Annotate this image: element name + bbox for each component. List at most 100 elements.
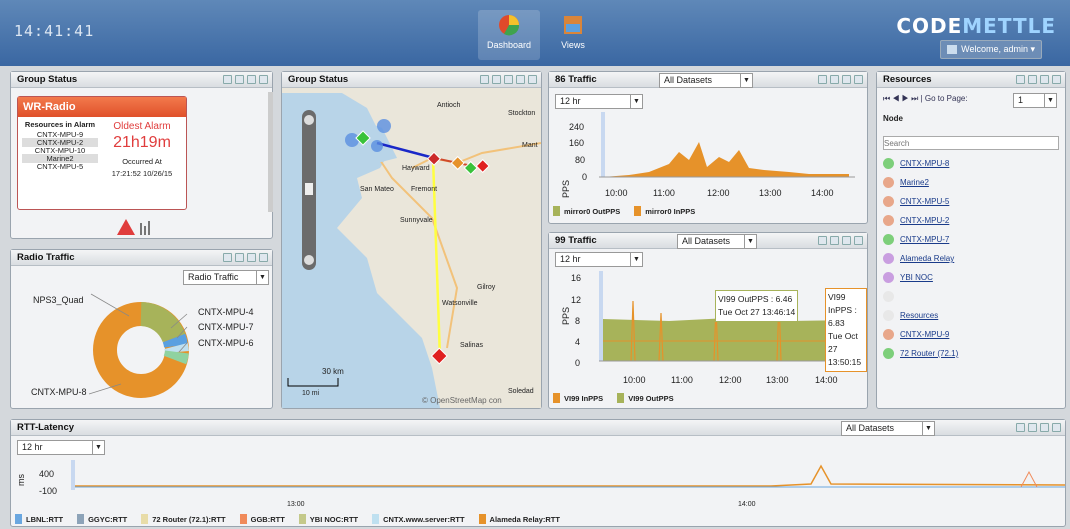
x-tick: 11:00 <box>653 188 675 198</box>
x-tick: 13:00 <box>766 375 789 385</box>
panel-tools[interactable] <box>223 253 268 262</box>
pie-slice-cntx-mpu-6 <box>163 350 189 365</box>
resource-item[interactable]: 72 Router (72.1) <box>883 348 958 359</box>
y-tick: 8 <box>575 316 581 326</box>
y-axis-label: PPS <box>561 306 572 326</box>
group-status-panel: Group Status WR-Radio Resources in Alarm… <box>10 71 273 239</box>
map-label: Sunnyvale <box>400 217 433 224</box>
map-label: Fremont <box>411 186 438 193</box>
resources-panel: Resources ⏮ ◀ ▶ ⏭ | Go to Page: 1 ▼ Node … <box>876 71 1066 409</box>
welcome-menu[interactable]: Welcome, admin ▾ <box>940 40 1042 59</box>
range-select[interactable]: 12 hr ▼ <box>17 440 105 455</box>
x-tick: 13:00 <box>287 501 305 508</box>
dataset-select[interactable]: All Datasets ▼ <box>677 234 757 249</box>
y-tick: 16 <box>571 273 582 283</box>
resource-item[interactable]: CNTX-MPU-5 <box>883 196 949 207</box>
radio-traffic-panel: Radio Traffic Radio Traffic ▼ NPS3_Quad C… <box>10 249 273 409</box>
x-tick: 10:00 <box>623 375 646 385</box>
resource-item[interactable] <box>883 291 900 302</box>
y-tick: 400 <box>39 469 55 479</box>
search-input[interactable] <box>883 136 1059 150</box>
oldest-alarm-value: 21h19m <box>113 134 171 151</box>
panel-title: Resources <box>883 74 932 85</box>
rtt-latency-panel: RTT-Latency All Datasets ▼ 12 hr ▼ ms 400 … <box>10 419 1066 527</box>
page-select[interactable]: 1 ▼ <box>1013 93 1057 108</box>
resource-item[interactable]: Marine2 <box>883 177 929 188</box>
user-icon <box>947 45 958 55</box>
chart-legend: VI99 InPPS VI99 OutPPS <box>553 393 674 403</box>
resources-label: Resources in Alarm <box>24 120 96 129</box>
panel-tools[interactable] <box>818 236 863 245</box>
map-credit: © OpenStreetMap con <box>422 396 502 405</box>
nav-views[interactable]: Views <box>542 10 604 60</box>
resource-item[interactable]: YBI NOC <box>883 272 933 283</box>
map-label: Antioch <box>437 102 461 109</box>
oldest-alarm-label: Oldest Alarm <box>113 121 171 132</box>
x-tick: 12:00 <box>707 188 730 198</box>
traffic-99-chart <box>599 271 855 362</box>
pie-slice-cntx-mpu-4 <box>162 333 188 348</box>
chart-legend: mirror0 OutPPS mirror0 InPPS <box>553 206 695 216</box>
dashboard-icon <box>499 15 520 36</box>
rtt-chart <box>71 460 1065 490</box>
panel-tools[interactable] <box>1016 75 1061 84</box>
y-axis-label: PPS <box>561 179 572 199</box>
range-select[interactable]: 12 hr ▼ <box>555 94 643 109</box>
x-tick: 14:00 <box>815 375 838 385</box>
y-tick: 240 <box>569 122 585 132</box>
map-label: Watsonville <box>442 300 478 307</box>
pager[interactable]: ⏮ ◀ ▶ ⏭ | Go to Page: <box>883 94 968 104</box>
map-label: Hayward <box>402 165 430 172</box>
chart-tooltip: VI99 OutPPS : 6.46 Tue Oct 27 13:46:14 <box>715 290 799 322</box>
x-tick: 10:00 <box>605 188 628 198</box>
panel-title: RTT-Latency <box>17 422 75 433</box>
alarm-icon <box>117 219 150 235</box>
map-label: Salinas <box>460 342 483 349</box>
resource-item[interactable]: Alameda Relay <box>883 253 954 264</box>
pie-label: NPS3_Quad <box>33 295 84 305</box>
range-select[interactable]: 12 hr ▼ <box>555 252 643 267</box>
traffic-99-panel: 99 Traffic All Datasets ▼ 12 hr ▼ PPS 16 1… <box>548 232 868 409</box>
pie-slice-nps3 <box>139 302 186 343</box>
wr-radio-card[interactable]: WR-Radio Resources in Alarm CNTX-MPU-9 C… <box>17 96 187 210</box>
pie-slice-cntx-mpu-7 <box>164 343 189 354</box>
pie-label: CNTX-MPU-4 <box>198 307 254 317</box>
top-bar: 14:41:41 Dashboard Views CODEMETTLE Welc… <box>0 0 1070 66</box>
scrollbar[interactable] <box>268 92 273 212</box>
panel-title: Radio Traffic <box>17 252 75 263</box>
dataset-select[interactable]: All Datasets ▼ <box>841 421 935 436</box>
x-tick: 13:00 <box>759 188 782 198</box>
resource-item[interactable]: CNTX-MPU-9 <box>883 329 949 340</box>
traffic-86-panel: 86 Traffic All Datasets ▼ 12 hr ▼ PPS 240 … <box>548 71 868 224</box>
y-tick: 12 <box>571 295 582 305</box>
occurred-label: Occurred At <box>122 157 162 166</box>
y-tick: 0 <box>575 358 581 368</box>
x-tick: 14:00 <box>738 501 756 508</box>
panel-tools[interactable] <box>818 75 863 84</box>
pie-label: CNTX-MPU-6 <box>198 338 254 348</box>
resource-item[interactable]: CNTX-MPU-7 <box>883 234 949 245</box>
resource-item[interactable]: CNTX-MPU-8 <box>883 158 949 169</box>
map-label: Stockton <box>508 110 536 117</box>
pie-label: CNTX-MPU-7 <box>198 322 254 332</box>
map-view[interactable] <box>282 88 541 408</box>
panel-title: Group Status <box>288 74 349 85</box>
column-header-node[interactable]: Node <box>883 114 903 123</box>
y-tick: 160 <box>569 138 585 148</box>
panel-title: 86 Traffic <box>555 74 597 85</box>
panel-tools[interactable] <box>223 75 268 84</box>
resource-item[interactable]: Resources <box>883 310 938 321</box>
occurred-value: 17:21:52 10/26/15 <box>111 169 173 178</box>
group-status-map-panel: Group Status Antioch Stockton Hayward Sa… <box>281 71 542 409</box>
dataset-select[interactable]: All Datasets ▼ <box>659 73 753 88</box>
brand-logo: CODEMETTLE <box>896 14 1056 38</box>
alarm-resource: CNTX-MPU-5 <box>36 162 84 171</box>
map-scale-km: 30 km <box>322 367 344 376</box>
resource-item[interactable]: CNTX-MPU-2 <box>883 215 949 226</box>
y-tick: 80 <box>575 155 586 165</box>
panel-tools[interactable] <box>480 75 537 84</box>
nav-dashboard[interactable]: Dashboard <box>478 10 540 60</box>
x-tick: 11:00 <box>671 375 693 385</box>
y-axis-label: ms <box>16 474 26 486</box>
panel-tools[interactable] <box>1016 423 1061 432</box>
